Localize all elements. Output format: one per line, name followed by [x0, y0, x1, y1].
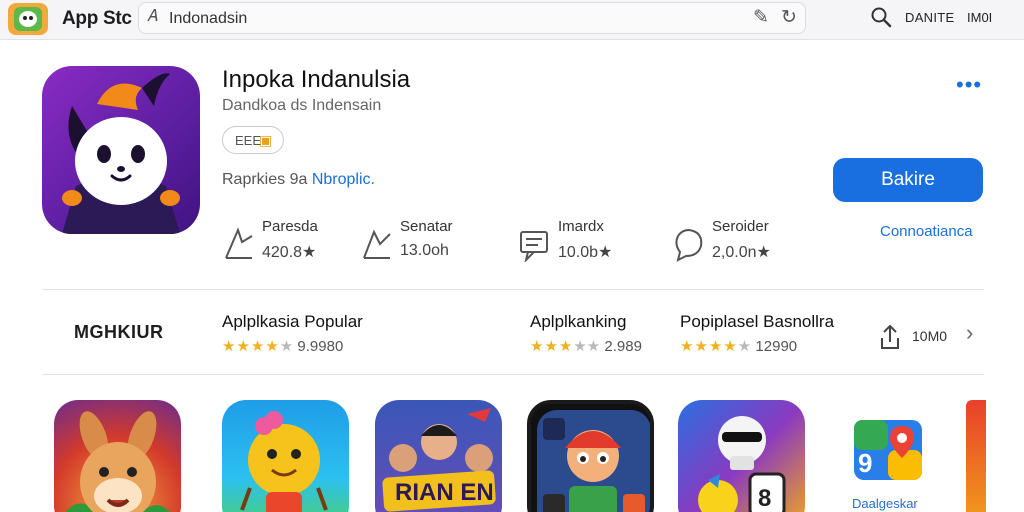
nav-link-primary[interactable]: DANITE	[905, 10, 954, 25]
category-title[interactable]: Aplplkasia Popular	[222, 312, 363, 332]
nav-link-secondary[interactable]: IM0I	[967, 10, 992, 25]
chart-icon	[363, 229, 391, 259]
app-store-logo-icon[interactable]	[8, 3, 48, 35]
rating-count: 12990	[755, 338, 798, 355]
stat-value: 2,0.0n★	[712, 244, 771, 261]
stat-value: 13.0oh	[400, 242, 449, 259]
category-title[interactable]: Popiplasel Basnollra	[680, 312, 834, 332]
category-rating: ★★★★★ 9.9980	[222, 337, 363, 355]
top-bar: App Stc 𝐴 Indonadsin ✎ ↻ DANITE IM0I	[0, 0, 1024, 40]
stat-value: 420.8★	[262, 244, 317, 261]
more-dots-icon[interactable]: •••	[956, 72, 982, 98]
age-badge: EEE ▣	[222, 126, 284, 154]
section-heading: MGHKIUR	[74, 322, 164, 342]
app-tile[interactable]	[54, 400, 181, 512]
star-rating-icon: ★★★★	[222, 338, 280, 355]
badge-text: EEE	[235, 133, 262, 148]
search-icon[interactable]	[870, 6, 892, 28]
app-tile-label[interactable]: Daalgeskar	[852, 496, 918, 511]
svg-text:8: 8	[758, 485, 771, 512]
rating-count: 2.989	[604, 338, 642, 355]
get-button[interactable]: Bakire	[833, 158, 983, 202]
app-tile[interactable]: RIAN EN	[375, 400, 502, 512]
developer-label: Raprkies 9a	[222, 171, 308, 188]
stat-label: Imardx	[558, 218, 604, 235]
star-empty-icon: ★★	[573, 338, 601, 355]
developer-line: Raprkies 9a Nbroplic.	[222, 171, 375, 189]
lock-icon: 𝐴	[147, 8, 158, 25]
address-bar[interactable]: 𝐴 Indonadsin ✎ ↻	[138, 2, 806, 34]
secondary-link[interactable]: Connoatianca	[880, 223, 973, 240]
category-item[interactable]: Aplplkasia Popular ★★★★★ 9.9980	[222, 312, 363, 355]
speech-icon	[675, 228, 703, 262]
share-icon	[881, 324, 899, 349]
share-label[interactable]: 10M0	[912, 328, 947, 344]
category-rating: ★★★★★ 2.989	[530, 337, 642, 355]
chevron-right-icon[interactable]: ›	[966, 320, 973, 346]
stat-label: Senatar	[400, 218, 453, 235]
category-rating: ★★★★★ 12990	[680, 337, 834, 355]
edit-icon[interactable]: ✎	[753, 6, 769, 29]
app-tile[interactable]	[527, 400, 654, 512]
app-tile[interactable]	[222, 400, 349, 512]
divider	[42, 374, 984, 375]
category-item[interactable]: Popiplasel Basnollra ★★★★★ 12990	[680, 312, 834, 355]
share-button[interactable]: 10M0	[878, 322, 968, 352]
star-rating-icon: ★★★★	[680, 338, 738, 355]
stat-label: Seroider	[712, 218, 769, 235]
developer-link[interactable]: Nbroplic.	[312, 171, 375, 188]
app-subtitle: Dandkoa ds Indensain	[222, 97, 382, 114]
app-tile[interactable]: 8	[678, 400, 805, 512]
stat-value: 10.0b★	[558, 244, 613, 261]
address-bar-text[interactable]: Indonadsin	[169, 10, 247, 28]
rating-count: 9.9980	[297, 338, 344, 355]
star-empty-icon: ★	[737, 338, 752, 355]
maps-app-icon[interactable]: 9	[848, 414, 928, 486]
app-name: Inpoka Indanulsia	[222, 66, 411, 93]
reload-icon[interactable]: ↻	[781, 6, 797, 29]
svg-text:9: 9	[858, 448, 872, 478]
store-title: App Stc	[62, 8, 132, 29]
category-item[interactable]: Aplplkanking ★★★★★ 2.989	[530, 312, 642, 355]
chart-icon	[225, 227, 253, 259]
svg-text:RIAN EN: RIAN EN	[395, 479, 494, 506]
star-rating-icon: ★★★	[530, 338, 574, 355]
divider	[42, 289, 984, 290]
chat-icon	[520, 231, 548, 262]
app-tile-partial[interactable]	[966, 400, 986, 512]
badge-icon: ▣	[259, 132, 273, 148]
app-icon	[42, 66, 200, 234]
star-empty-icon: ★	[279, 338, 294, 355]
stat-label: Paresda	[262, 218, 318, 235]
category-title[interactable]: Aplplkanking	[530, 312, 642, 332]
